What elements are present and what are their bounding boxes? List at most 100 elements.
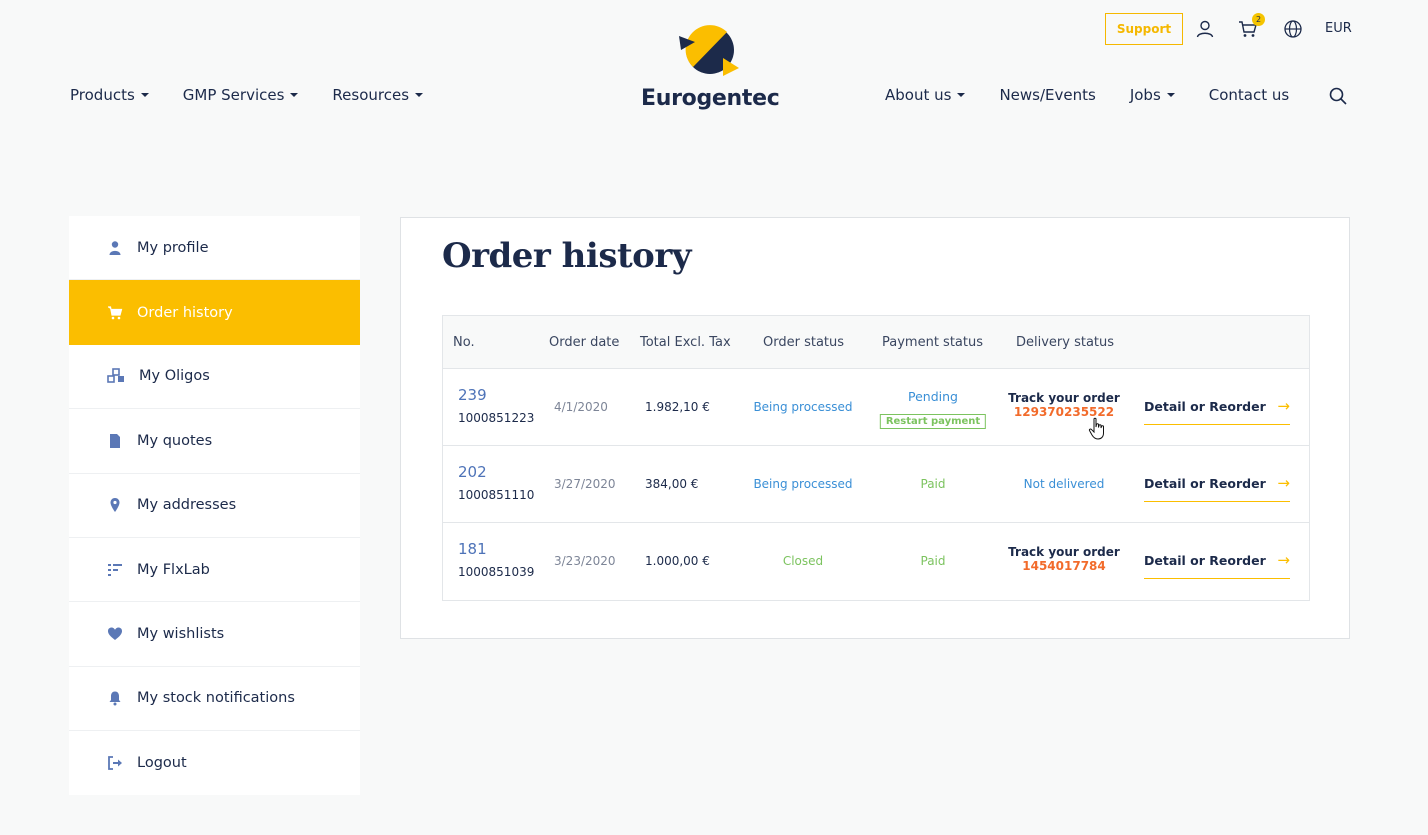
- sidebar-item-label: My Oligos: [139, 368, 210, 385]
- nav-label: Products: [70, 86, 135, 104]
- primary-nav-left: Products GMP Services Resources: [70, 86, 424, 104]
- order-date: 3/27/2020: [554, 477, 616, 491]
- nav-contact-us[interactable]: Contact us: [1209, 86, 1289, 104]
- nav-resources[interactable]: Resources: [332, 86, 424, 104]
- table-row: 239 1000851223 4/1/2020 1.982,10 € Being…: [443, 369, 1309, 446]
- column-header-order-date: Order date: [549, 335, 620, 350]
- support-button[interactable]: Support: [1105, 13, 1183, 45]
- sidebar-item-my-stock-notifications[interactable]: My stock notifications: [69, 667, 360, 732]
- nav-label: GMP Services: [182, 86, 285, 104]
- caret-down-icon: [415, 93, 424, 97]
- sidebar-item-my-oligos[interactable]: My Oligos: [69, 345, 360, 410]
- hand-pointer-cursor-icon: [1088, 417, 1104, 440]
- sidebar-item-label: Order history: [137, 304, 233, 321]
- arrow-right-icon: →: [1277, 474, 1290, 492]
- sidebar-item-label: My quotes: [137, 432, 213, 449]
- order-reference: 1000851039: [458, 565, 535, 579]
- nav-label: About us: [885, 86, 952, 104]
- nav-label: Contact us: [1208, 86, 1290, 104]
- payment-status: Pending: [908, 389, 958, 404]
- payment-status: Paid: [920, 554, 946, 568]
- order-table: No. Order date Total Excl. Tax Order sta…: [442, 315, 1310, 601]
- cart-count-badge: 2: [1252, 13, 1265, 26]
- nav-label: Jobs: [1129, 86, 1161, 104]
- nav-gmp-services[interactable]: GMP Services: [183, 86, 299, 104]
- order-status: Being processed: [753, 400, 853, 414]
- restart-payment-button[interactable]: Restart payment: [879, 414, 987, 429]
- sidebar-item-my-quotes[interactable]: My quotes: [69, 409, 360, 474]
- bell-icon: [109, 691, 121, 706]
- order-date: 4/1/2020: [554, 400, 608, 414]
- order-total: 1.000,00 €: [645, 554, 710, 568]
- order-number-link[interactable]: 202: [458, 463, 487, 481]
- detail-reorder-label: Detail or Reorder: [1144, 553, 1266, 568]
- heart-icon: [108, 627, 122, 641]
- caret-down-icon: [957, 93, 966, 97]
- search-icon[interactable]: [1328, 86, 1348, 106]
- nav-jobs[interactable]: Jobs: [1130, 86, 1175, 104]
- sidebar-item-label: My addresses: [137, 497, 237, 514]
- track-order-label: Track your order: [1008, 391, 1120, 405]
- column-header-total: Total Excl. Tax: [640, 335, 731, 350]
- sidebar-item-logout[interactable]: Logout: [69, 731, 360, 795]
- sidebar-item-my-wishlists[interactable]: My wishlists: [69, 602, 360, 667]
- sidebar-item-label: My FlxLab: [137, 561, 210, 578]
- arrow-right-icon: →: [1277, 397, 1290, 415]
- currency-selector[interactable]: EUR: [1325, 21, 1352, 36]
- cart-icon: [108, 305, 123, 319]
- sidebar-item-my-addresses[interactable]: My addresses: [69, 474, 360, 538]
- detail-reorder-label: Detail or Reorder: [1144, 476, 1266, 491]
- delivery-status: Not delivered: [1023, 477, 1105, 491]
- order-status: Closed: [782, 554, 824, 568]
- sidebar-item-my-flxlab[interactable]: My FlxLab: [69, 538, 360, 603]
- payment-status: Paid: [920, 477, 946, 491]
- table-row: 181 1000851039 3/23/2020 1.000,00 € Clos…: [443, 523, 1309, 600]
- location-pin-icon: [110, 498, 120, 513]
- caret-down-icon: [1166, 93, 1175, 97]
- sidebar-item-label: Logout: [137, 755, 187, 772]
- order-reference: 1000851223: [458, 411, 535, 425]
- sidebar-item-label: My wishlists: [137, 626, 225, 643]
- column-header-no: No.: [453, 335, 475, 350]
- track-order-label: Track your order: [1008, 545, 1120, 559]
- nav-label: News/Events: [999, 86, 1096, 104]
- table-row: 202 1000851110 3/27/2020 384,00 € Being …: [443, 446, 1309, 523]
- order-history-panel: Order history No. Order date Total Excl.…: [400, 217, 1350, 639]
- table-header: No. Order date Total Excl. Tax Order sta…: [443, 316, 1309, 369]
- detail-reorder-link[interactable]: Detail or Reorder →: [1144, 476, 1290, 502]
- eurogentec-logo[interactable]: Eurogentec: [641, 24, 781, 116]
- order-reference: 1000851110: [458, 488, 535, 502]
- logout-icon: [108, 756, 122, 771]
- sidebar-item-label: My profile: [137, 239, 209, 256]
- sidebar-item-order-history[interactable]: Order history: [69, 280, 360, 345]
- page-title: Order history: [442, 236, 692, 276]
- globe-icon[interactable]: [1283, 19, 1303, 39]
- column-header-order-status: Order status: [763, 335, 845, 350]
- column-header-delivery-status: Delivery status: [1016, 335, 1115, 350]
- caret-down-icon: [140, 93, 149, 97]
- order-number-link[interactable]: 239: [458, 386, 487, 404]
- tracking-number-link[interactable]: 1454017784: [1022, 559, 1106, 573]
- logo-mark-icon: [679, 25, 739, 76]
- sidebar-item-my-profile[interactable]: My profile: [69, 216, 360, 281]
- detail-reorder-label: Detail or Reorder: [1144, 399, 1266, 414]
- oligos-icon: [107, 368, 124, 384]
- nav-products[interactable]: Products: [70, 86, 149, 104]
- user-icon: [109, 240, 121, 255]
- sidebar-item-label: My stock notifications: [137, 690, 295, 707]
- nav-about-us[interactable]: About us: [885, 86, 966, 104]
- detail-reorder-link[interactable]: Detail or Reorder →: [1144, 553, 1290, 579]
- order-date: 3/23/2020: [554, 554, 616, 568]
- primary-nav-right: About us News/Events Jobs Contact us: [885, 86, 1289, 104]
- caret-down-icon: [290, 93, 299, 97]
- user-icon[interactable]: [1195, 19, 1215, 39]
- order-total: 384,00 €: [645, 477, 699, 491]
- nav-news-events[interactable]: News/Events: [999, 86, 1095, 104]
- flxlab-icon: [108, 563, 122, 576]
- nav-label: Resources: [332, 86, 410, 104]
- document-icon: [110, 433, 120, 448]
- account-sidebar: My profile Order history My Oligos My qu…: [69, 216, 360, 795]
- order-number-link[interactable]: 181: [458, 540, 487, 558]
- order-status: Being processed: [753, 477, 853, 491]
- detail-reorder-link[interactable]: Detail or Reorder →: [1144, 399, 1290, 425]
